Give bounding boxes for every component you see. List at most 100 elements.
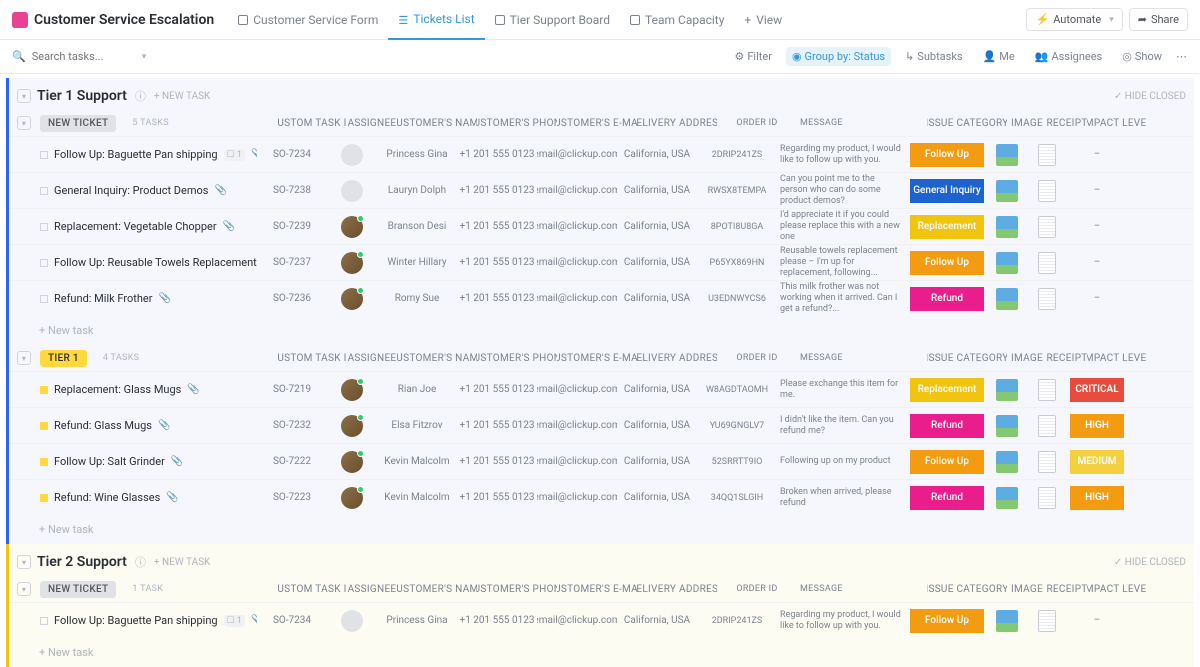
image-thumbnail[interactable]: [996, 451, 1018, 473]
attachment-icon[interactable]: 📎: [166, 492, 178, 503]
task-row[interactable]: Replacement: Glass Mugs 📎 SO-7219 Rian J…: [9, 371, 1194, 407]
task-row[interactable]: Follow Up: Baguette Pan shipping ☐ 1 📎 S…: [9, 602, 1194, 638]
collapse-toggle[interactable]: ▾: [17, 582, 31, 596]
task-row[interactable]: Refund: Glass Mugs 📎 SO-7232 Elsa Fitzro…: [9, 407, 1194, 443]
receipt-thumbnail[interactable]: [1038, 252, 1056, 274]
task-name[interactable]: Refund: Glass Mugs: [54, 419, 152, 432]
task-name[interactable]: Refund: Wine Glasses: [54, 491, 160, 504]
attachment-icon[interactable]: 📎: [158, 293, 170, 304]
issue-category-badge[interactable]: Refund: [910, 486, 984, 510]
task-row[interactable]: Follow Up: Reusable Towels Replacement S…: [9, 244, 1194, 280]
assignee-avatar[interactable]: [341, 487, 363, 509]
subtask-badge[interactable]: ☐ 1: [224, 149, 245, 161]
issue-category-badge[interactable]: Follow Up: [910, 609, 984, 633]
image-thumbnail[interactable]: [996, 252, 1018, 274]
info-icon[interactable]: ⓘ: [135, 88, 146, 104]
new-task-row[interactable]: + New task: [9, 515, 1194, 544]
receipt-thumbnail[interactable]: [1038, 610, 1056, 632]
task-name[interactable]: Refund: Milk Frother: [54, 292, 152, 305]
task-row[interactable]: Refund: Wine Glasses 📎 SO-7223 Kevin Mal…: [9, 479, 1194, 515]
new-task-row[interactable]: + New task: [9, 638, 1194, 667]
tab-team-capacity[interactable]: Team Capacity: [620, 0, 734, 40]
more-menu[interactable]: ⋯: [1176, 50, 1188, 63]
receipt-thumbnail[interactable]: [1038, 415, 1056, 437]
issue-category-badge[interactable]: Replacement: [910, 378, 984, 402]
task-name[interactable]: Replacement: Vegetable Chopper: [54, 220, 217, 233]
receipt-thumbnail[interactable]: [1038, 451, 1056, 473]
search-input[interactable]: [32, 50, 132, 63]
image-thumbnail[interactable]: [996, 180, 1018, 202]
attachment-icon[interactable]: 📎: [223, 221, 235, 232]
status-square[interactable]: [40, 422, 48, 430]
tab-customer-service-form[interactable]: Customer Service Form: [228, 0, 388, 40]
assignee-avatar[interactable]: [341, 451, 363, 473]
issue-category-badge[interactable]: Follow Up: [910, 251, 984, 275]
status-pill[interactable]: TIER 1: [40, 350, 87, 367]
task-name[interactable]: Follow Up: Baguette Pan shipping: [54, 614, 218, 627]
filter-button[interactable]: ⚙Filter: [728, 47, 777, 66]
image-thumbnail[interactable]: [996, 415, 1018, 437]
receipt-thumbnail[interactable]: [1038, 288, 1056, 310]
receipt-thumbnail[interactable]: [1038, 379, 1056, 401]
assignee-avatar[interactable]: [341, 216, 363, 238]
task-name[interactable]: Follow Up: Baguette Pan shipping: [54, 148, 218, 161]
subtasks-button[interactable]: ↳Subtasks: [899, 47, 969, 66]
image-thumbnail[interactable]: [996, 610, 1018, 632]
task-name[interactable]: Follow Up: Salt Grinder: [54, 455, 165, 468]
collapse-toggle[interactable]: ▾: [17, 351, 31, 365]
task-row[interactable]: Refund: Milk Frother 📎 SO-7236 Romy Sue …: [9, 280, 1194, 316]
image-thumbnail[interactable]: [996, 288, 1018, 310]
status-pill[interactable]: NEW TICKET: [40, 115, 116, 132]
image-thumbnail[interactable]: [996, 487, 1018, 509]
status-square[interactable]: [40, 494, 48, 502]
info-icon[interactable]: ⓘ: [135, 554, 146, 570]
automate-button[interactable]: ⚡Automate▾: [1026, 8, 1122, 31]
attachment-icon[interactable]: 📎: [214, 185, 226, 196]
issue-category-badge[interactable]: Refund: [910, 287, 984, 311]
chevron-down-icon[interactable]: ▾: [142, 52, 147, 62]
status-square[interactable]: [40, 151, 48, 159]
new-task-link[interactable]: + NEW TASK: [154, 91, 210, 102]
attachment-icon[interactable]: 📎: [187, 384, 199, 395]
issue-category-badge[interactable]: Replacement: [910, 215, 984, 239]
task-row[interactable]: General Inquiry: Product Demos 📎 SO-7238…: [9, 172, 1194, 208]
show-button[interactable]: ◎Show: [1116, 47, 1168, 66]
receipt-thumbnail[interactable]: [1038, 144, 1056, 166]
issue-category-badge[interactable]: Follow Up: [910, 143, 984, 167]
collapse-toggle[interactable]: ▾: [17, 116, 31, 130]
search-field[interactable]: 🔍 ▾: [12, 50, 152, 63]
status-square[interactable]: [40, 458, 48, 466]
issue-category-badge[interactable]: General Inquiry: [910, 179, 984, 203]
task-name[interactable]: General Inquiry: Product Demos: [54, 184, 208, 197]
image-thumbnail[interactable]: [996, 216, 1018, 238]
assignee-avatar[interactable]: [341, 180, 363, 202]
task-name[interactable]: Replacement: Glass Mugs: [54, 383, 181, 396]
receipt-thumbnail[interactable]: [1038, 216, 1056, 238]
task-row[interactable]: Follow Up: Salt Grinder 📎 SO-7222 Kevin …: [9, 443, 1194, 479]
group-by-button[interactable]: ◉Group by: Status: [786, 47, 891, 66]
status-square[interactable]: [40, 187, 48, 195]
issue-category-badge[interactable]: Refund: [910, 414, 984, 438]
image-thumbnail[interactable]: [996, 379, 1018, 401]
issue-category-badge[interactable]: Follow Up: [910, 450, 984, 474]
hide-closed-toggle[interactable]: ✓ HIDE CLOSED: [1114, 557, 1186, 568]
status-pill[interactable]: NEW TICKET: [40, 581, 116, 598]
subtask-badge[interactable]: ☐ 1: [224, 615, 245, 627]
tab-tickets-list[interactable]: ☰Tickets List: [388, 0, 484, 40]
task-name[interactable]: Follow Up: Reusable Towels Replacement: [54, 256, 257, 269]
receipt-thumbnail[interactable]: [1038, 180, 1056, 202]
attachment-icon[interactable]: 📎: [171, 456, 183, 467]
hide-closed-toggle[interactable]: ✓ HIDE CLOSED: [1114, 91, 1186, 102]
status-square[interactable]: [40, 386, 48, 394]
status-square[interactable]: [40, 617, 48, 625]
me-button[interactable]: 👤Me: [977, 47, 1021, 66]
status-square[interactable]: [40, 223, 48, 231]
assignees-button[interactable]: 👥Assignees: [1029, 47, 1109, 66]
attachment-icon[interactable]: 📎: [158, 420, 170, 431]
receipt-thumbnail[interactable]: [1038, 487, 1056, 509]
collapse-toggle[interactable]: ▾: [17, 555, 31, 569]
assignee-avatar[interactable]: [341, 610, 363, 632]
status-square[interactable]: [40, 259, 48, 267]
tab-tier-support-board[interactable]: Tier Support Board: [485, 0, 620, 40]
status-square[interactable]: [40, 295, 48, 303]
